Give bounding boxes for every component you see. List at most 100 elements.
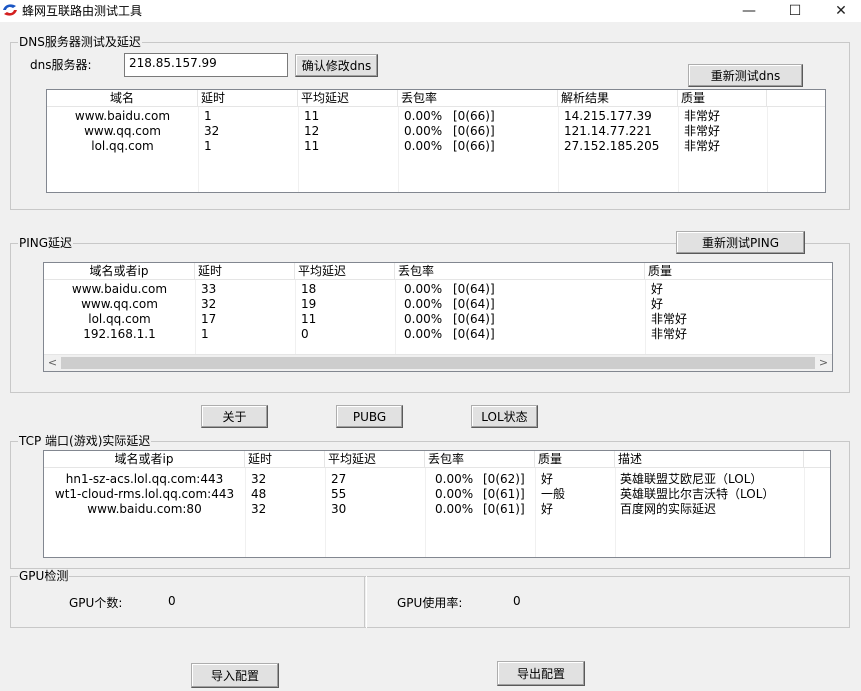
dns-col-avg-latency[interactable]: 平均延迟 [298, 90, 398, 107]
ping-col-host[interactable]: 域名或者ip [44, 263, 195, 280]
dns-cell-latency: 1 [204, 139, 212, 153]
dns-cell-loss-count: [0(66)] [453, 109, 495, 123]
dns-col-quality[interactable]: 质量 [678, 90, 767, 107]
table-row[interactable]: wt1-cloud-rms.lol.qq.com:443 48 55 0.00%… [44, 487, 830, 502]
app-logo-icon [3, 4, 17, 16]
scroll-thumb[interactable] [61, 357, 815, 369]
tcp-cell-loss-count: [0(62)] [483, 472, 525, 486]
table-row[interactable]: hn1-sz-acs.lol.qq.com:443 32 27 0.00% [0… [44, 472, 830, 487]
ping-cell-host: 192.168.1.1 [83, 327, 156, 341]
export-config-button[interactable]: 导出配置 [497, 661, 585, 686]
ping-cell-loss: 0.00% [404, 327, 443, 341]
retest-dns-button[interactable]: 重新测试dns [688, 64, 803, 87]
dns-results-list[interactable]: 域名 延时 平均延迟 丢包率 解析结果 质量 www.baidu.com 1 1… [46, 89, 826, 193]
dns-cell-resolve: 27.152.185.205 [564, 139, 660, 153]
close-icon: ✕ [835, 3, 847, 19]
ping-cell-loss-count: [0(64)] [453, 297, 495, 311]
table-row[interactable]: www.baidu.com 33 18 0.00% [0(64)] 好 [44, 282, 832, 297]
minimize-icon: — [742, 3, 756, 19]
scroll-left-icon[interactable]: < [44, 355, 61, 371]
ping-cell-quality: 非常好 [651, 312, 688, 326]
dns-cell-quality: 非常好 [684, 109, 721, 123]
tcp-cell-quality: 好 [541, 502, 554, 516]
ping-col-avg-latency[interactable]: 平均延迟 [295, 263, 395, 280]
ping-horizontal-scrollbar[interactable]: < > [44, 354, 832, 371]
dns-cell-domain: www.qq.com [84, 124, 161, 138]
ping-cell-avg: 0 [301, 327, 309, 341]
gpu-usage-value: 0 [513, 594, 521, 608]
ping-col-quality[interactable]: 质量 [645, 263, 832, 280]
dns-server-input[interactable]: 218.85.157.99 [124, 53, 288, 77]
tcp-col-loss[interactable]: 丢包率 [425, 451, 535, 468]
table-row[interactable]: www.baidu.com 1 11 0.00% [0(66)] 14.215.… [47, 109, 825, 124]
ping-col-latency[interactable]: 延时 [195, 263, 295, 280]
dns-cell-resolve: 121.14.77.221 [564, 124, 652, 138]
tcp-col-quality[interactable]: 质量 [535, 451, 615, 468]
tcp-col-latency[interactable]: 延时 [245, 451, 325, 468]
table-row[interactable]: lol.qq.com 17 11 0.00% [0(64)] 非常好 [44, 312, 832, 327]
maximize-button[interactable]: ☐ [772, 0, 818, 22]
tcp-cell-host: www.baidu.com:80 [87, 502, 202, 516]
dns-cell-avg: 11 [304, 109, 320, 123]
tcp-cell-avg: 30 [331, 502, 347, 516]
scroll-right-icon[interactable]: > [815, 355, 832, 371]
tcp-list-header: 域名或者ip 延时 平均延迟 丢包率 质量 描述 [44, 451, 830, 468]
ping-cell-host: www.baidu.com [71, 282, 168, 296]
dns-col-latency[interactable]: 延时 [198, 90, 298, 107]
tcp-cell-quality: 好 [541, 472, 554, 486]
dns-group-label: DNS服务器测试及延迟 [18, 35, 142, 49]
tcp-cell-avg: 55 [331, 487, 347, 501]
ping-cell-latency: 33 [201, 282, 217, 296]
table-row[interactable]: www.qq.com 32 19 0.00% [0(64)] 好 [44, 297, 832, 312]
ping-cell-avg: 18 [301, 282, 317, 296]
pubg-button[interactable]: PUBG [336, 405, 403, 428]
gpu-group-label: GPU检测 [18, 569, 70, 583]
dns-col-loss[interactable]: 丢包率 [398, 90, 558, 107]
confirm-dns-button[interactable]: 确认修改dns [295, 54, 378, 77]
table-row[interactable]: 192.168.1.1 1 0 0.00% [0(64)] 非常好 [44, 327, 832, 342]
tcp-cell-loss-count: [0(61)] [483, 487, 525, 501]
dns-cell-domain: lol.qq.com [91, 139, 154, 153]
ping-cell-quality: 非常好 [651, 327, 688, 341]
gpu-count-value: 0 [168, 594, 176, 608]
ping-group-label: PING延迟 [18, 236, 74, 250]
ping-col-loss[interactable]: 丢包率 [395, 263, 645, 280]
dns-col-domain[interactable]: 域名 [47, 90, 198, 107]
about-button[interactable]: 关于 [201, 405, 268, 428]
tcp-cell-description: 百度网的实际延迟 [620, 502, 717, 516]
dns-cell-resolve: 14.215.177.39 [564, 109, 652, 123]
tcp-cell-quality: 一般 [541, 487, 566, 501]
ping-cell-loss: 0.00% [404, 297, 443, 311]
dns-cell-quality: 非常好 [684, 139, 721, 153]
tcp-cell-host: wt1-cloud-rms.lol.qq.com:443 [54, 487, 235, 501]
tcp-cell-loss: 0.00% [435, 502, 474, 516]
retest-ping-button[interactable]: 重新测试PING [676, 231, 805, 254]
maximize-icon: ☐ [788, 3, 802, 19]
ping-cell-loss-count: [0(64)] [453, 327, 495, 341]
table-row[interactable]: www.baidu.com:80 32 30 0.00% [0(61)] 好 百… [44, 502, 830, 517]
tcp-cell-loss: 0.00% [435, 487, 474, 501]
tcp-cell-latency: 48 [251, 487, 267, 501]
minimize-button[interactable]: — [726, 0, 772, 22]
dns-cell-loss: 0.00% [404, 109, 443, 123]
dns-col-resolve[interactable]: 解析结果 [558, 90, 678, 107]
gpu-divider [364, 576, 365, 628]
ping-cell-latency: 17 [201, 312, 217, 326]
close-button[interactable]: ✕ [818, 0, 861, 22]
tcp-col-description[interactable]: 描述 [615, 451, 804, 468]
import-config-button[interactable]: 导入配置 [191, 663, 279, 688]
table-row[interactable]: www.qq.com 32 12 0.00% [0(66)] 121.14.77… [47, 124, 825, 139]
tcp-col-avg-latency[interactable]: 平均延迟 [325, 451, 425, 468]
ping-cell-host: www.qq.com [81, 297, 158, 311]
tcp-cell-host: hn1-sz-acs.lol.qq.com:443 [65, 472, 224, 486]
tcp-cell-avg: 27 [331, 472, 347, 486]
ping-results-list[interactable]: 域名或者ip 延时 平均延迟 丢包率 质量 www.baidu.com 33 1… [43, 262, 833, 372]
tcp-cell-loss-count: [0(61)] [483, 502, 525, 516]
dns-list-header: 域名 延时 平均延迟 丢包率 解析结果 质量 [47, 90, 825, 107]
ping-cell-quality: 好 [651, 297, 664, 311]
tcp-results-list[interactable]: 域名或者ip 延时 平均延迟 丢包率 质量 描述 hn1-sz-acs.lol.… [43, 450, 831, 558]
tcp-col-host[interactable]: 域名或者ip [44, 451, 245, 468]
lol-status-button[interactable]: LOL状态 [471, 405, 538, 428]
dns-cell-loss-count: [0(66)] [453, 139, 495, 153]
table-row[interactable]: lol.qq.com 1 11 0.00% [0(66)] 27.152.185… [47, 139, 825, 154]
